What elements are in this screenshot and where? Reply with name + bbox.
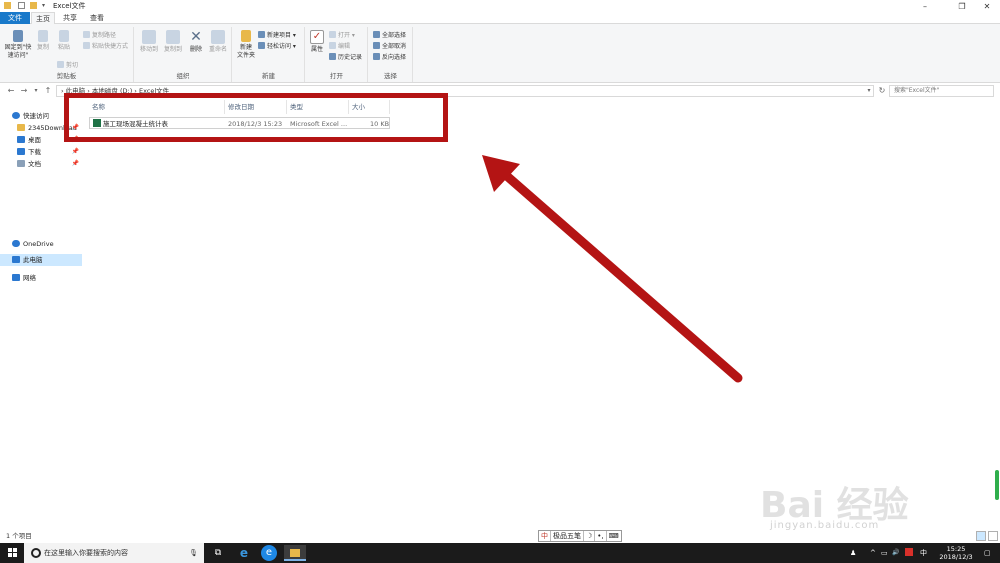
antivirus-tray-icon[interactable] — [905, 543, 913, 563]
ime-moon-icon[interactable]: ☽ — [584, 531, 596, 541]
people-icon[interactable]: ♟ — [850, 543, 856, 563]
edge-browser-icon[interactable]: e — [236, 545, 252, 561]
details-view-button[interactable] — [976, 531, 986, 541]
clock-date: 2018/12/3 — [939, 553, 973, 561]
ie-browser-icon[interactable]: e — [261, 545, 277, 561]
ime-toolbar[interactable]: 中 极品五笔 ☽ •, ⌨ — [538, 530, 622, 542]
ime-punctuation[interactable]: •, — [595, 531, 607, 541]
large-icons-view-button[interactable] — [988, 531, 998, 541]
folder-icon — [290, 549, 300, 557]
file-explorer-icon[interactable] — [284, 545, 306, 561]
status-bar: 1 个项目 — [0, 530, 1000, 543]
network-tray-icon[interactable]: ▭ — [881, 543, 888, 563]
ime-logo[interactable]: 中 — [539, 531, 551, 541]
cortana-icon — [31, 548, 41, 558]
action-center-icon[interactable]: ▢ — [984, 543, 991, 563]
taskbar-search-placeholder: 在这里输入你要搜索的内容 — [44, 549, 128, 557]
item-count: 1 个项目 — [6, 532, 32, 540]
clock[interactable]: 15:25 2018/12/3 — [936, 545, 976, 561]
ime-language-indicator[interactable]: 中 — [920, 543, 927, 563]
volume-icon[interactable]: 🔊 — [892, 543, 899, 563]
scroll-indicator — [995, 470, 999, 500]
show-hidden-icons[interactable]: ^ — [870, 543, 876, 563]
taskbar: 在这里输入你要搜索的内容 🎙 ⧉ e e ♟ ^ ▭ 🔊 中 15:25 201… — [0, 543, 1000, 563]
microphone-icon[interactable]: 🎙 — [189, 543, 198, 563]
ime-mode[interactable]: 极品五笔 — [551, 531, 584, 541]
clock-time: 15:25 — [946, 545, 966, 553]
task-view-icon[interactable]: ⧉ — [210, 545, 226, 561]
annotation-arrow-shaft — [495, 165, 743, 383]
windows-start-button[interactable] — [8, 548, 18, 558]
taskbar-search-box[interactable]: 在这里输入你要搜索的内容 🎙 — [24, 543, 204, 563]
ime-keyboard-icon[interactable]: ⌨ — [607, 531, 621, 541]
